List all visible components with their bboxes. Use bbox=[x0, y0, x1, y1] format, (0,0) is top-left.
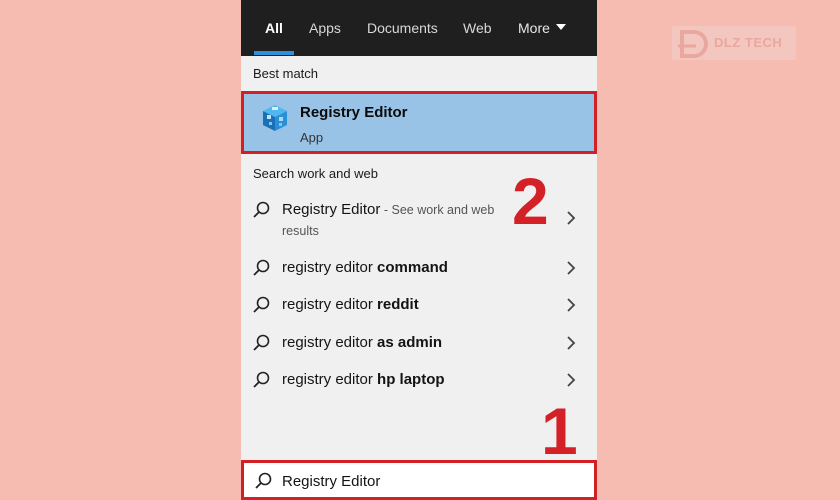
web-result-item[interactable]: registry editor command bbox=[241, 255, 597, 281]
web-result-bold: reddit bbox=[377, 296, 419, 313]
web-result-text: registry editor as admin bbox=[282, 334, 442, 351]
web-result-prefix: registry editor bbox=[282, 334, 378, 351]
search-icon bbox=[253, 259, 270, 276]
best-match-item[interactable]: Registry Editor App bbox=[241, 91, 597, 154]
caret-down-icon bbox=[555, 24, 566, 31]
search-icon bbox=[253, 371, 270, 388]
best-match-heading: Best match bbox=[253, 66, 319, 81]
chevron-right-icon bbox=[567, 211, 576, 225]
web-result-hint-line2: results bbox=[282, 224, 319, 238]
search-input-value: Registry Editor bbox=[282, 473, 381, 490]
step-1-label: 1 bbox=[541, 394, 578, 468]
web-result-prefix: registry editor bbox=[282, 296, 378, 313]
web-section-heading: Search work and web bbox=[253, 166, 379, 181]
active-tab-indicator bbox=[254, 51, 294, 55]
web-result-item[interactable]: registry editor reddit bbox=[241, 292, 597, 318]
tab-all[interactable]: All bbox=[265, 0, 283, 56]
web-result-prefix: Registry Editor bbox=[282, 201, 381, 218]
web-result-text: registry editor reddit bbox=[282, 296, 419, 313]
search-icon bbox=[253, 201, 270, 218]
registry-editor-icon bbox=[263, 105, 287, 131]
search-icon bbox=[253, 296, 270, 313]
best-match-app-type: App bbox=[300, 130, 324, 145]
web-result-bold: hp laptop bbox=[377, 371, 445, 388]
chevron-right-icon bbox=[567, 261, 576, 275]
best-match-app-name: Registry Editor bbox=[300, 104, 408, 121]
search-tabs-bar: All Apps Documents Web More bbox=[241, 0, 597, 56]
tab-apps[interactable]: Apps bbox=[309, 0, 341, 56]
web-result-text: registry editor command bbox=[282, 259, 448, 276]
web-result-item[interactable]: registry editor as admin bbox=[241, 330, 597, 356]
web-result-item[interactable]: registry editor hp laptop bbox=[241, 367, 597, 393]
search-icon bbox=[255, 472, 272, 489]
watermark-logo: DLZ TECH bbox=[672, 26, 796, 60]
tab-documents[interactable]: Documents bbox=[367, 0, 438, 56]
web-result-hint: - See work and web bbox=[380, 203, 495, 217]
web-result-bold: command bbox=[377, 259, 448, 276]
watermark-text: DLZ TECH bbox=[714, 35, 783, 50]
chevron-right-icon bbox=[567, 373, 576, 387]
chevron-right-icon bbox=[567, 336, 576, 350]
web-result-text: registry editor hp laptop bbox=[282, 371, 445, 388]
tab-more[interactable]: More bbox=[518, 0, 566, 56]
tab-web[interactable]: Web bbox=[463, 0, 492, 56]
start-search-panel: All Apps Documents Web More Best match R… bbox=[241, 0, 597, 500]
chevron-right-icon bbox=[567, 298, 576, 312]
web-result-text: Registry Editor - See work and web bbox=[282, 201, 494, 218]
search-icon bbox=[253, 334, 270, 351]
tab-more-label: More bbox=[518, 20, 550, 36]
web-result-prefix: registry editor bbox=[282, 371, 378, 388]
web-result-prefix: registry editor bbox=[282, 259, 378, 276]
step-2-label: 2 bbox=[512, 164, 549, 238]
watermark-d-icon bbox=[678, 30, 708, 58]
web-result-bold: as admin bbox=[377, 334, 443, 351]
